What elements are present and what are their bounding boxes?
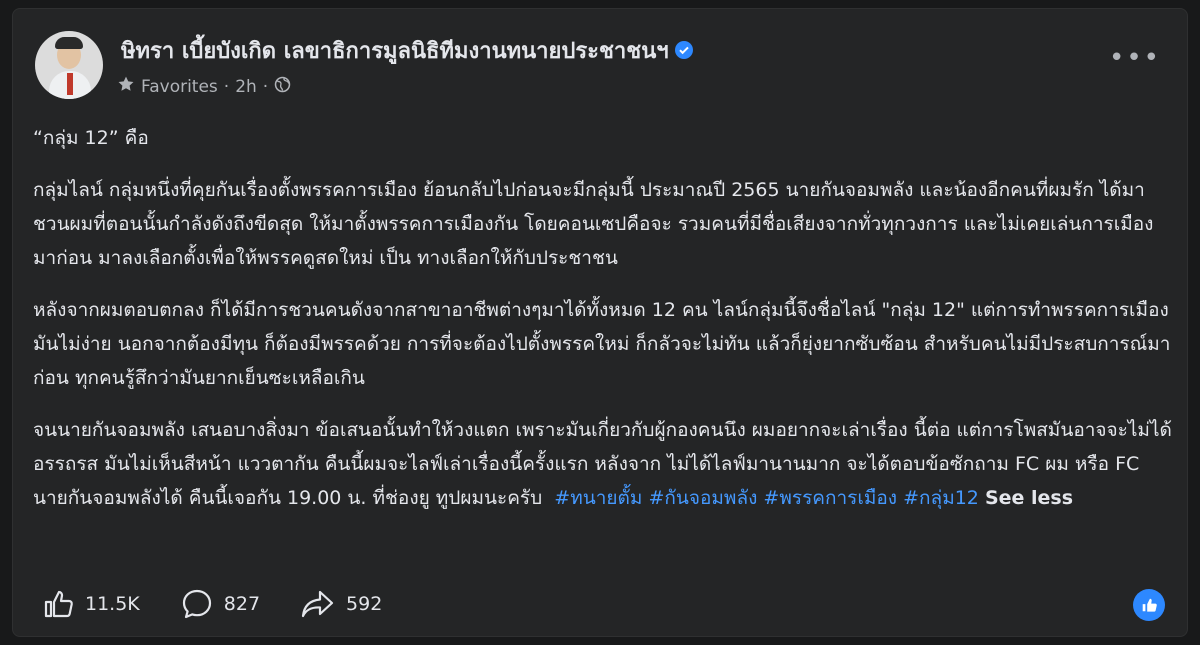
post-paragraph-last: จนนายกันจอมพลัง เสนอบางสิ่งมา ข้อเสนอนั้…: [33, 413, 1173, 515]
audience-label[interactable]: Favorites: [141, 77, 218, 97]
hashtag-link[interactable]: #พรรคการเมือง: [763, 487, 897, 509]
thumbs-up-icon: [41, 587, 75, 621]
star-icon: [117, 75, 135, 98]
hashtag-link[interactable]: #กลุ่ม12: [903, 487, 979, 509]
post-actions: 11.5K 827 592: [41, 587, 422, 621]
meta-separator-2: ·: [262, 76, 269, 97]
post-time[interactable]: 2h: [235, 77, 257, 97]
post-body: “กลุ่ม 12” คือ กลุ่มไลน์ กลุ่มหนึ่งที่คุ…: [33, 121, 1173, 533]
meta-separator: ·: [223, 76, 230, 97]
comment-count: 827: [223, 593, 261, 615]
like-count: 11.5K: [85, 593, 140, 615]
comment-bubble-icon: [180, 587, 214, 621]
author-name-row: ษิทรา เบี้ยบังเกิด เลขาธิการมูลนิธิทีมงา…: [121, 33, 693, 68]
post-paragraph: “กลุ่ม 12” คือ: [33, 127, 149, 149]
post-card: ษิทรา เบี้ยบังเกิด เลขาธิการมูลนิธิทีมงา…: [12, 8, 1188, 637]
share-arrow-icon: [300, 587, 336, 621]
hashtag-link[interactable]: #กันจอมพลัง: [648, 487, 757, 509]
verified-badge-icon: [674, 41, 693, 59]
like-reaction-icon[interactable]: [1133, 589, 1165, 621]
post-paragraph: หลังจากผมตอบตกลง ก็ได้มีการชวนคนดังจากสา…: [33, 299, 1171, 389]
comment-button[interactable]: 827: [180, 587, 260, 621]
more-options-icon[interactable]: •••: [1109, 45, 1161, 71]
author-name[interactable]: ษิทรา เบี้ยบังเกิด เลขาธิการมูลนิธิทีมงา…: [121, 39, 669, 64]
share-button[interactable]: 592: [300, 587, 382, 621]
see-less-button[interactable]: See less: [985, 487, 1073, 509]
like-button[interactable]: 11.5K: [41, 587, 140, 621]
post-paragraph: กลุ่มไลน์ กลุ่มหนึ่งที่คุยกันเรื่องตั้งพ…: [33, 179, 1154, 269]
globe-icon[interactable]: [274, 76, 291, 98]
post-meta: Favorites · 2h ·: [117, 75, 291, 98]
hashtag-link[interactable]: #ทนายตั้ม: [554, 487, 642, 509]
author-avatar[interactable]: [35, 31, 103, 99]
share-count: 592: [346, 593, 383, 615]
